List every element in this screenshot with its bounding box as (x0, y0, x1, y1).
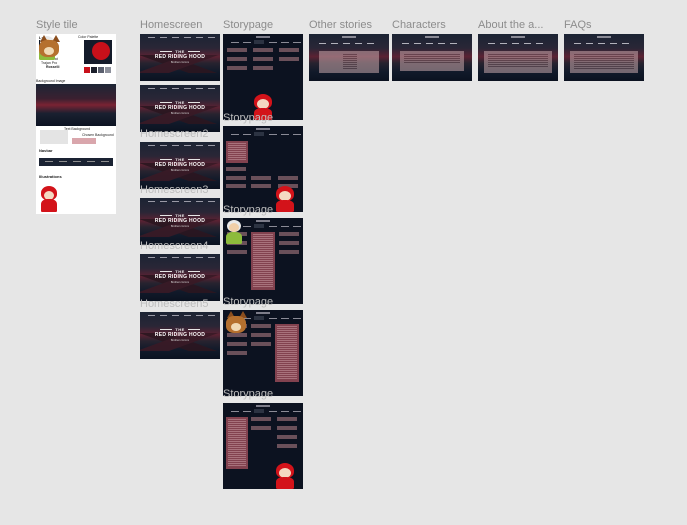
color-swatch (84, 67, 90, 73)
home-title: RED RIDING HOOD (154, 332, 206, 338)
homescreen-frame[interactable]: THE RED RIDING HOOD Brothers Grimm (140, 34, 220, 81)
home-title: RED RIDING HOOD (154, 218, 206, 224)
red-riding-hood-illustration (38, 184, 60, 214)
design-canvas[interactable]: Style tile Homescreen Storypage Other st… (0, 0, 687, 525)
home-title: RED RIDING HOOD (154, 274, 206, 280)
other-stories-frame[interactable] (309, 34, 389, 81)
home-title: RED RIDING HOOD (154, 105, 206, 111)
homescreen3-label[interactable]: Homescreen3 (140, 184, 208, 196)
red-riding-hood-illustration (273, 184, 297, 212)
storypage-label[interactable]: Storypage (223, 19, 273, 31)
about-frame[interactable] (478, 34, 558, 81)
color-swatch (98, 67, 104, 73)
storypage3-frame[interactable] (223, 218, 303, 304)
home-subtitle: Brothers Grimm (170, 339, 190, 342)
illustrations-label: Illustrations (39, 174, 62, 179)
navbar-label: Navbar (39, 148, 53, 153)
faqs-label[interactable]: FAQs (564, 19, 592, 31)
background-image-sample (36, 84, 116, 126)
home-subtitle: Brothers Grimm (170, 112, 190, 115)
homescreen2-frame[interactable]: THE RED RIDING HOOD Brothers Grimm (140, 142, 220, 189)
about-label[interactable]: About the a... (478, 19, 543, 31)
storypage-frame[interactable] (223, 34, 303, 120)
text-background-swatch (40, 130, 68, 144)
home-title: RED RIDING HOOD (154, 54, 206, 60)
homescreen4-label[interactable]: Homescreen4 (140, 240, 208, 252)
storypage2-frame[interactable] (223, 126, 303, 212)
home-subtitle: Brothers Grimm (170, 169, 190, 172)
homescreen5-frame[interactable]: THE RED RIDING HOOD Brothers Grimm (140, 312, 220, 359)
color-swatch (105, 67, 111, 73)
home-title: RED RIDING HOOD (154, 162, 206, 168)
color-palette-label: Color Palette (78, 35, 99, 39)
homescreen2-label[interactable]: Homescreen2 (140, 128, 208, 140)
homescreen-label[interactable]: Homescreen (140, 19, 202, 31)
home-subtitle: Brothers Grimm (170, 225, 190, 228)
red-riding-hood-illustration (273, 461, 297, 489)
color-swatch (91, 67, 97, 73)
homescreen3-frame[interactable]: THE RED RIDING HOOD Brothers Grimm (140, 198, 220, 245)
characters-frame[interactable] (392, 34, 472, 81)
chosen-background-label: Chosen Background (82, 133, 114, 137)
home-subtitle: Brothers Grimm (170, 61, 190, 64)
sun-swatch (84, 40, 112, 64)
homescreen4-frame[interactable]: THE RED RIDING HOOD Brothers Grimm (140, 254, 220, 301)
homescreen1-frame[interactable]: THE RED RIDING HOOD Brothers Grimm (140, 85, 220, 132)
storypage5-label[interactable]: Storypage (223, 388, 273, 400)
faqs-frame[interactable] (564, 34, 644, 81)
storypage2-label[interactable]: Storypage (223, 112, 273, 124)
navbar-sample (39, 158, 113, 166)
background-image-label: Background Image (36, 79, 66, 83)
home-subtitle: Brothers Grimm (170, 281, 190, 284)
storypage3-label[interactable]: Storypage (223, 204, 273, 216)
style-tile-frame[interactable]: Logo Color Palette Fonts Montserrat Traj… (36, 34, 116, 214)
other-stories-label[interactable]: Other stories (309, 19, 372, 31)
storypage5-frame[interactable] (223, 403, 303, 489)
storypage4-frame[interactable] (223, 310, 303, 396)
homescreen5-label[interactable]: Homescreen5 (140, 298, 208, 310)
style-tile-label[interactable]: Style tile (36, 19, 78, 31)
chosen-background-swatch (72, 138, 96, 144)
font-sample-3: Rosselli (46, 65, 60, 69)
storypage4-label[interactable]: Storypage (223, 296, 273, 308)
characters-label[interactable]: Characters (392, 19, 446, 31)
